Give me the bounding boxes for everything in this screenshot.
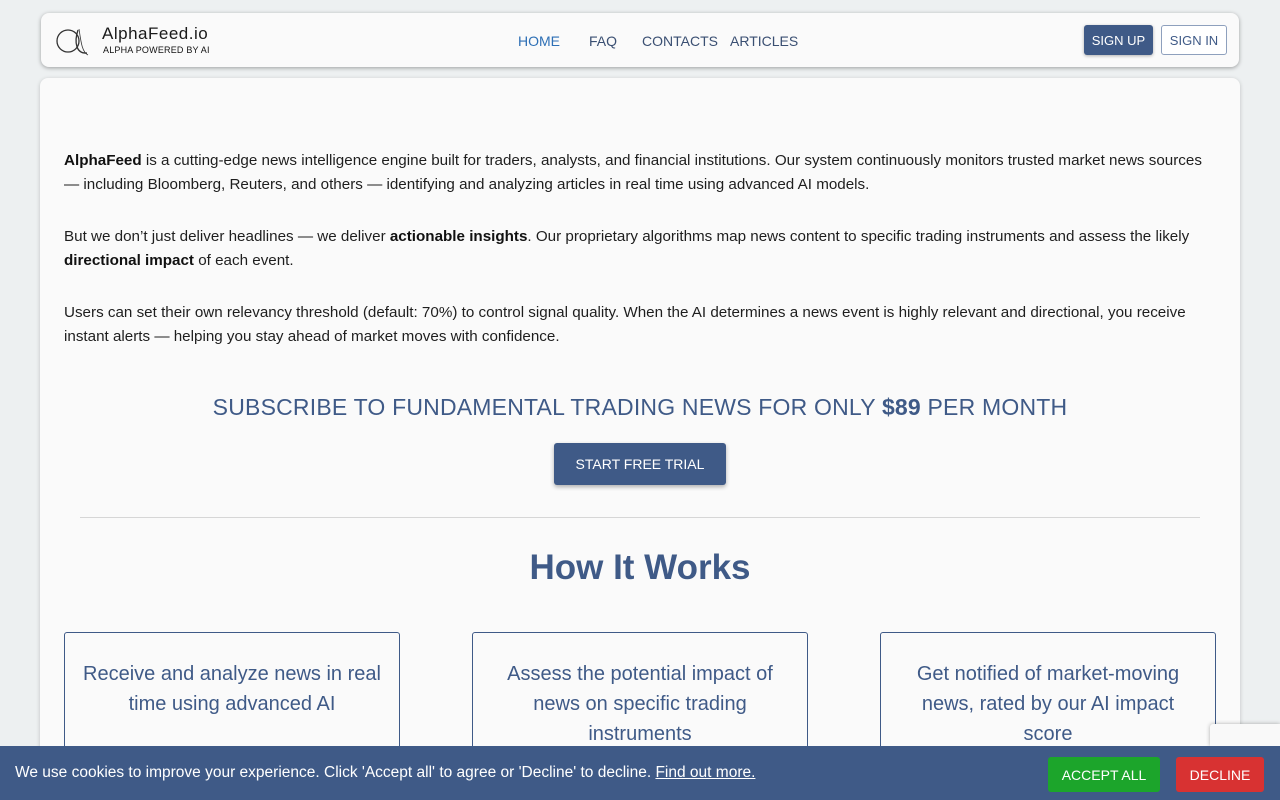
decline-button[interactable]: DECLINE	[1176, 757, 1264, 792]
site-header: AlphaFeed.io ALPHA POWERED BY AI HOME FA…	[41, 13, 1239, 67]
subscribe-headline: SUBSCRIBE TO FUNDAMENTAL TRADING NEWS FO…	[212, 394, 1068, 420]
nav-articles[interactable]: ARTICLES	[730, 33, 798, 49]
main-content: AlphaFeed is a cutting-edge news intelli…	[40, 78, 1240, 800]
insights-paragraph: But we don’t just deliver headlines — we…	[64, 228, 1190, 269]
nav-contacts[interactable]: CONTACTS	[642, 33, 718, 49]
accept-all-button[interactable]: ACCEPT ALL	[1048, 757, 1160, 792]
find-out-more-link[interactable]: Find out more.	[655, 764, 755, 781]
nav-faq[interactable]: FAQ	[589, 33, 617, 49]
cookie-message: We use cookies to improve your experienc…	[15, 764, 756, 781]
nav-home[interactable]: HOME	[518, 33, 560, 49]
how-it-works-title: How It Works	[529, 548, 751, 587]
intro-paragraph: AlphaFeed is a cutting-edge news intelli…	[64, 152, 1202, 193]
alpha-logo-icon	[56, 28, 89, 56]
sign-in-button[interactable]: SIGN IN	[1161, 25, 1227, 55]
start-free-trial-button[interactable]: START FREE TRIAL	[554, 443, 726, 485]
brand-name: AlphaFeed	[64, 152, 142, 169]
recaptcha-badge[interactable]	[1210, 724, 1280, 746]
price: $89	[881, 394, 921, 420]
logo-name: AlphaFeed.io	[102, 24, 209, 43]
cookie-banner: We use cookies to improve your experienc…	[0, 746, 1280, 800]
threshold-paragraph: Users can set their own relevancy thresh…	[64, 304, 1186, 345]
logo[interactable]: AlphaFeed.io ALPHA POWERED BY AI	[54, 22, 210, 58]
divider	[80, 517, 1200, 518]
logo-tagline: ALPHA POWERED BY AI	[103, 45, 210, 55]
sign-up-button[interactable]: SIGN UP	[1084, 25, 1153, 55]
